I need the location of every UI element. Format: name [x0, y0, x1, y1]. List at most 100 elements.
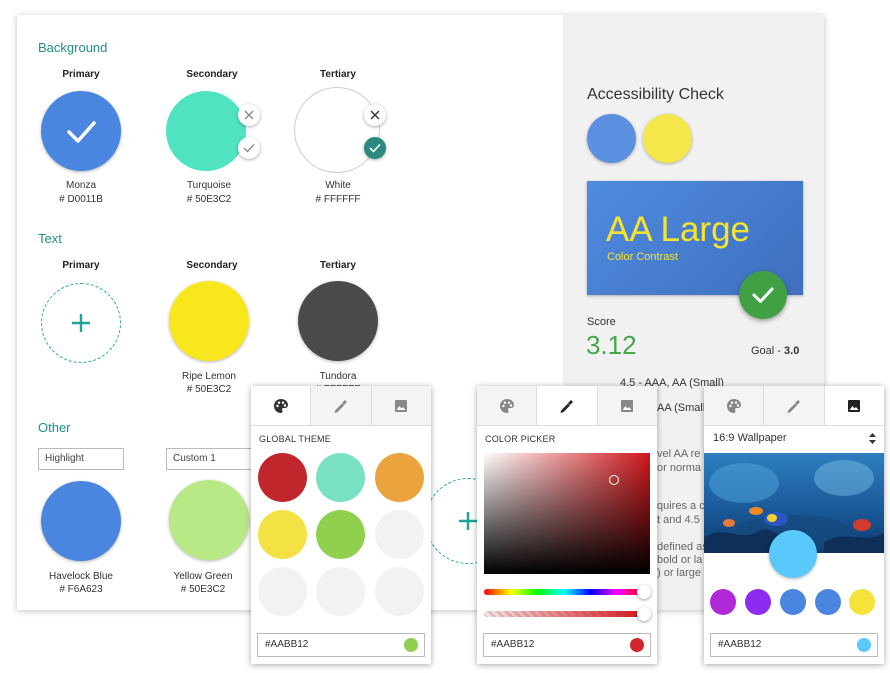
swatch-name: Tundora: [319, 371, 357, 382]
theme-swatch[interactable]: [375, 567, 424, 616]
confirm-button[interactable]: [238, 137, 260, 159]
contrast-rule-line: or norma: [657, 462, 702, 474]
contrast-rule-line: bold or la: [657, 554, 703, 566]
tab-theme[interactable]: [477, 386, 538, 425]
hue-slider-thumb[interactable]: [637, 585, 651, 599]
global-theme-popover: GLOBAL THEME #AABB12: [251, 386, 431, 664]
wallpaper-swatch[interactable]: [745, 589, 771, 615]
section-title-background: Background: [38, 40, 108, 55]
palette-icon: [726, 398, 741, 413]
check-icon: [752, 287, 774, 303]
theme-swatch[interactable]: [258, 453, 307, 502]
plus-icon: [459, 512, 477, 530]
accessibility-title: Accessibility Check: [587, 86, 724, 103]
swatch-name: Monza: [65, 180, 96, 191]
swatch-other-highlight[interactable]: [41, 481, 121, 561]
confirm-button[interactable]: [364, 137, 386, 159]
theme-swatch[interactable]: [258, 510, 307, 559]
check-icon: [243, 144, 255, 153]
select-arrows-icon[interactable]: [868, 432, 877, 445]
theme-swatch[interactable]: [316, 567, 365, 616]
image-icon: [848, 399, 861, 412]
wallpaper-swatch[interactable]: [815, 589, 841, 615]
hue-slider[interactable]: [484, 589, 644, 595]
tab-wallpaper[interactable]: [824, 386, 884, 425]
contrast-rule-line: AA (Small: [657, 402, 706, 414]
swatch-background-tertiary[interactable]: [294, 87, 380, 173]
swatch-name: Ripe Lemon: [182, 371, 236, 382]
hex-input[interactable]: #AABB12: [710, 633, 878, 657]
image-icon: [621, 399, 634, 412]
contrast-rule-line: vel AA re: [657, 448, 701, 460]
preview-subtitle: Color Contrast: [607, 251, 678, 263]
remove-button[interactable]: [364, 104, 386, 126]
palette-icon: [499, 398, 514, 413]
swatch-background-primary[interactable]: [41, 91, 121, 171]
eyedropper-icon: [787, 399, 800, 413]
popover-tabs: [704, 386, 884, 426]
tab-theme[interactable]: [251, 386, 312, 425]
wallpaper-swatch[interactable]: [780, 589, 806, 615]
theme-swatch[interactable]: [316, 453, 365, 502]
tab-picker[interactable]: [764, 386, 825, 425]
section-title-other: Other: [38, 420, 71, 435]
swatch-name: Havelock Blue: [49, 571, 113, 582]
close-icon: [244, 110, 254, 120]
saturation-area[interactable]: [484, 453, 650, 574]
close-icon: [370, 110, 380, 120]
label-secondary: Secondary: [186, 69, 238, 80]
tab-wallpaper[interactable]: [597, 386, 657, 425]
swatch-name: White: [325, 180, 351, 191]
section-title-text: Text: [38, 231, 62, 246]
swatch-hex: # 50E3C2: [186, 194, 232, 205]
popover-heading: COLOR PICKER: [485, 434, 556, 444]
custom-name-input[interactable]: Custom 1: [166, 448, 252, 470]
color-picker-popover: COLOR PICKER #AABB12: [477, 386, 657, 664]
highlight-name-input[interactable]: Highlight: [38, 448, 124, 470]
theme-swatch[interactable]: [375, 453, 424, 502]
swatch-hex: # 50E3C2: [186, 384, 232, 395]
current-color-dot: [630, 638, 644, 652]
theme-swatch[interactable]: [375, 510, 424, 559]
wallpaper-swatch[interactable]: [849, 589, 875, 615]
swatch-name: Turquoise: [186, 180, 232, 191]
contrast-rule-line: ) or large: [657, 567, 702, 579]
swatch-text-secondary[interactable]: [169, 281, 249, 361]
score-value: 3.12: [586, 330, 637, 360]
image-icon: [395, 399, 408, 412]
tab-theme[interactable]: [704, 386, 765, 425]
saturation-handle[interactable]: [609, 475, 619, 485]
swatch-name: Yellow Green: [173, 571, 233, 582]
swatch-text-tertiary[interactable]: [298, 281, 378, 361]
swatch-background-secondary[interactable]: [166, 91, 246, 171]
contrast-rule-line: defined as: [657, 541, 708, 553]
opacity-slider[interactable]: [484, 611, 644, 617]
tab-picker[interactable]: [537, 386, 598, 425]
hex-input[interactable]: #AABB12: [483, 633, 651, 657]
theme-swatch[interactable]: [258, 567, 307, 616]
theme-swatch[interactable]: [316, 510, 365, 559]
tab-wallpaper[interactable]: [371, 386, 431, 425]
eyedropper-icon: [334, 399, 347, 413]
current-color-dot: [857, 638, 871, 652]
add-text-primary-button[interactable]: [41, 283, 121, 363]
contrast-rule-line: quires a c: [657, 500, 705, 512]
hex-input[interactable]: #AABB12: [257, 633, 425, 657]
popover-heading: GLOBAL THEME: [259, 434, 331, 444]
tab-picker[interactable]: [311, 386, 372, 425]
plus-icon: [72, 314, 90, 332]
current-color-dot: [404, 638, 418, 652]
wallpaper-swatch[interactable]: [710, 589, 736, 615]
check-icon: [369, 143, 381, 153]
contrast-swatch-text: [643, 114, 692, 163]
wallpaper-select[interactable]: 16:9 Wallpaper: [713, 432, 787, 444]
swatch-other-custom[interactable]: [169, 480, 249, 560]
label-primary: Primary: [62, 69, 100, 80]
popover-tabs: [477, 386, 657, 426]
label-secondary: Secondary: [186, 260, 238, 271]
goal-label: Goal -: [751, 345, 785, 357]
remove-button[interactable]: [238, 104, 260, 126]
label-primary: Primary: [62, 260, 100, 271]
pass-badge: [739, 271, 787, 319]
opacity-slider-thumb[interactable]: [637, 607, 651, 621]
